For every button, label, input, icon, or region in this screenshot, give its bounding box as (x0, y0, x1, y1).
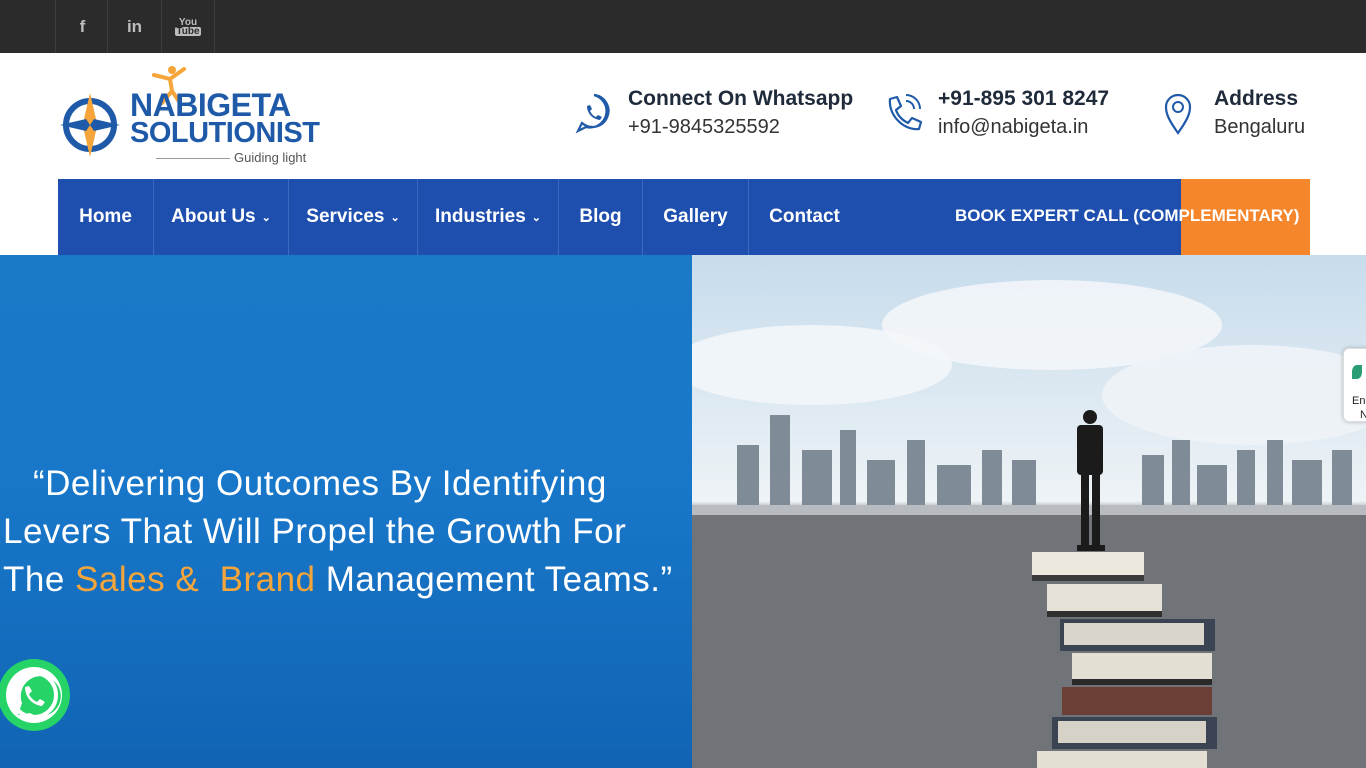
site-header: NABIGETA SOLUTIONIST Guiding light Conne… (0, 53, 1366, 179)
side-widget-tab[interactable]: En N (1343, 348, 1366, 422)
chevron-down-icon: ⌄ (390, 211, 400, 224)
nav-industries[interactable]: Industries ⌄ (418, 179, 559, 255)
whatsapp-icon (575, 93, 610, 134)
nav-about-us[interactable]: About Us ⌄ (154, 179, 289, 255)
contact-address-city: Bengaluru (1214, 116, 1306, 138)
contact-whatsapp-title: Connect On Whatsapp (628, 87, 854, 110)
logo-divider (156, 158, 230, 159)
hero-image-businessman-on-books (692, 255, 1366, 768)
logo-tagline: Guiding light (234, 150, 307, 165)
nav-contact[interactable]: Contact (749, 179, 860, 255)
whatsapp-chat-button[interactable] (0, 653, 73, 739)
chevron-down-icon: ⌄ (261, 211, 271, 224)
facebook-icon: f (79, 16, 86, 36)
logo-line-2: SOLUTIONIST (130, 117, 320, 149)
youtube-link[interactable]: You Tube (161, 0, 215, 53)
whatsapp-icon (0, 659, 70, 731)
linkedin-link[interactable]: in (107, 0, 161, 53)
location-pin-icon (1164, 93, 1192, 135)
nav-blog[interactable]: Blog (559, 179, 643, 255)
chevron-down-icon: ⌄ (531, 211, 542, 224)
contact-phone-number: +91-895 301 8247 (938, 87, 1110, 110)
contact-address-title: Address (1214, 87, 1299, 110)
linkedin-icon: in (126, 16, 143, 36)
nav-services[interactable]: Services ⌄ (289, 179, 418, 255)
nav-gallery[interactable]: Gallery (643, 179, 749, 255)
hero-quote: “Delivering Outcomes By Identifying Leve… (3, 464, 673, 599)
hero-banner: “Delivering Outcomes By Identifying Leve… (0, 255, 692, 768)
widget-leaf-icon (1352, 365, 1362, 379)
nav-home[interactable]: Home (58, 179, 154, 255)
contact-whatsapp-number: +91-9845325592 (628, 116, 780, 138)
book-expert-call-button[interactable]: BOOK EXPERT CALL (COMPLEMENTARY) (955, 179, 1299, 255)
city-skyline-illustration (692, 280, 1366, 768)
facebook-link[interactable]: f (55, 0, 109, 53)
site-logo[interactable]: NABIGETA SOLUTIONIST Guiding light (60, 65, 320, 169)
youtube-icon: You Tube (175, 16, 201, 37)
top-social-bar: f in You Tube (0, 0, 1366, 53)
main-nav: Home About Us ⌄ Services ⌄ Industries ⌄ Blo… (58, 179, 1310, 255)
phone-icon (888, 94, 923, 131)
compass-logo-icon (60, 93, 120, 157)
contact-email: info@nabigeta.in (938, 116, 1089, 138)
